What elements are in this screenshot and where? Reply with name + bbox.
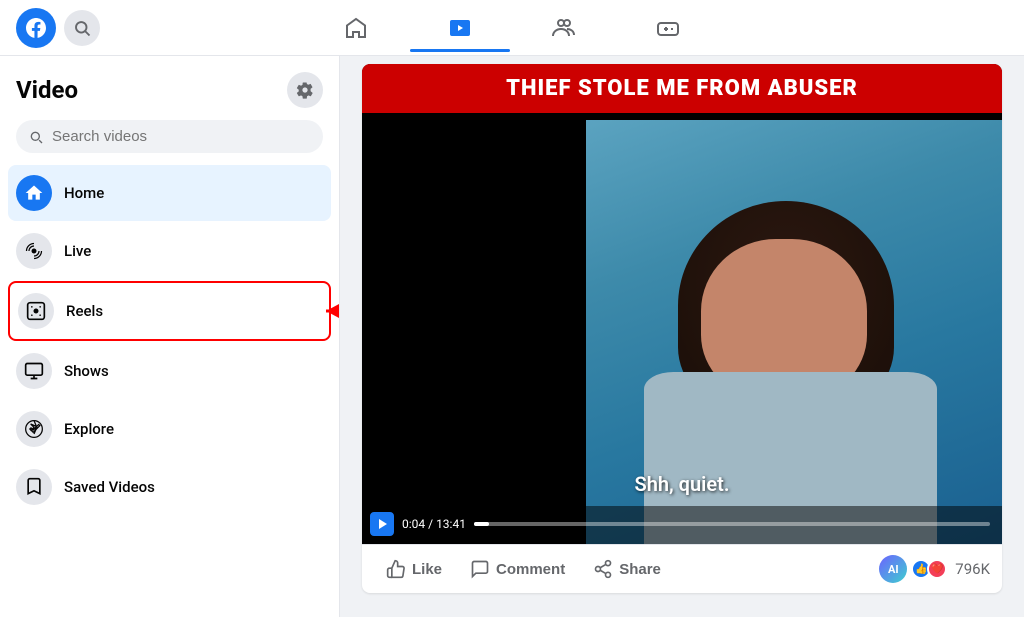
home-icon bbox=[16, 175, 52, 211]
video-title: THIEF STOLE ME FROM ABUSER bbox=[506, 76, 858, 101]
video-thumbnail[interactable]: THIEF STOLE ME FROM ABUSER LOVEBUSTER bbox=[362, 64, 1002, 544]
sidebar-item-saved[interactable]: Saved Videos bbox=[8, 459, 331, 515]
sidebar-item-reels-label: Reels bbox=[66, 302, 103, 320]
explore-icon bbox=[16, 411, 52, 447]
search-bar[interactable] bbox=[16, 120, 323, 153]
reels-icon bbox=[18, 293, 54, 329]
main-layout: Video Home Live bbox=[0, 56, 1024, 617]
like-button[interactable]: Like bbox=[374, 551, 454, 587]
top-nav bbox=[0, 0, 1024, 56]
search-button[interactable] bbox=[64, 10, 100, 46]
sidebar-item-explore-label: Explore bbox=[64, 420, 114, 438]
arrow-diagonal-icon bbox=[331, 221, 340, 311]
facebook-logo bbox=[16, 8, 56, 48]
sidebar-header: Video bbox=[8, 72, 331, 120]
comment-button[interactable]: Comment bbox=[458, 551, 577, 587]
ai-icon: AI bbox=[879, 555, 907, 583]
sidebar-item-reels[interactable]: Reels bbox=[8, 281, 331, 341]
comment-label: Comment bbox=[496, 561, 565, 578]
nav-home-button[interactable] bbox=[306, 4, 406, 52]
sidebar-item-live[interactable]: Live bbox=[8, 223, 331, 279]
video-card: THIEF STOLE ME FROM ABUSER LOVEBUSTER bbox=[362, 64, 1002, 593]
progress-bar-area[interactable]: 0:04 / 13:41 bbox=[362, 506, 1002, 544]
actions-right: AI 👍 ❤️ 796K bbox=[879, 555, 990, 583]
settings-button[interactable] bbox=[287, 72, 323, 108]
sidebar-title: Video bbox=[16, 76, 78, 104]
sidebar-item-home[interactable]: Home bbox=[8, 165, 331, 221]
share-label: Share bbox=[619, 561, 661, 578]
like-label: Like bbox=[412, 561, 442, 578]
live-icon bbox=[16, 233, 52, 269]
nav-left bbox=[16, 8, 216, 48]
reels-row-container: Reels bbox=[8, 281, 331, 341]
sidebar-item-shows-label: Shows bbox=[64, 362, 109, 380]
love-reaction-icon: ❤️ bbox=[927, 559, 947, 579]
shows-icon bbox=[16, 353, 52, 389]
progress-fill bbox=[474, 522, 489, 526]
reaction-icons: 👍 ❤️ bbox=[915, 559, 947, 579]
share-button[interactable]: Share bbox=[581, 551, 673, 587]
nav-gaming-button[interactable] bbox=[618, 4, 718, 52]
sidebar-item-home-label: Home bbox=[64, 184, 104, 202]
reaction-count: 796K bbox=[955, 560, 990, 578]
video-time: 0:04 / 13:41 bbox=[402, 517, 466, 531]
share-icon bbox=[593, 559, 613, 579]
sidebar-item-live-label: Live bbox=[64, 242, 91, 260]
progress-track[interactable] bbox=[474, 522, 990, 526]
sidebar-item-saved-label: Saved Videos bbox=[64, 478, 155, 496]
nav-friends-button[interactable] bbox=[514, 4, 614, 52]
comment-icon bbox=[470, 559, 490, 579]
play-button[interactable] bbox=[370, 512, 394, 536]
nav-center bbox=[216, 4, 808, 52]
like-icon bbox=[386, 559, 406, 579]
content-area: THIEF STOLE ME FROM ABUSER LOVEBUSTER bbox=[340, 56, 1024, 617]
search-input[interactable] bbox=[52, 128, 311, 145]
video-title-bar: THIEF STOLE ME FROM ABUSER bbox=[362, 64, 1002, 113]
subtitle-text: Shh, quiet. bbox=[634, 472, 729, 496]
sidebar-item-explore[interactable]: Explore bbox=[8, 401, 331, 457]
sidebar-item-shows[interactable]: Shows bbox=[8, 343, 331, 399]
video-actions: Like Comment Share AI 👍 ❤️ 796K bbox=[362, 544, 1002, 593]
subtitle-bar: Shh, quiet. bbox=[362, 472, 1002, 496]
nav-video-button[interactable] bbox=[410, 4, 510, 52]
saved-icon bbox=[16, 469, 52, 505]
sidebar: Video Home Live bbox=[0, 56, 340, 617]
